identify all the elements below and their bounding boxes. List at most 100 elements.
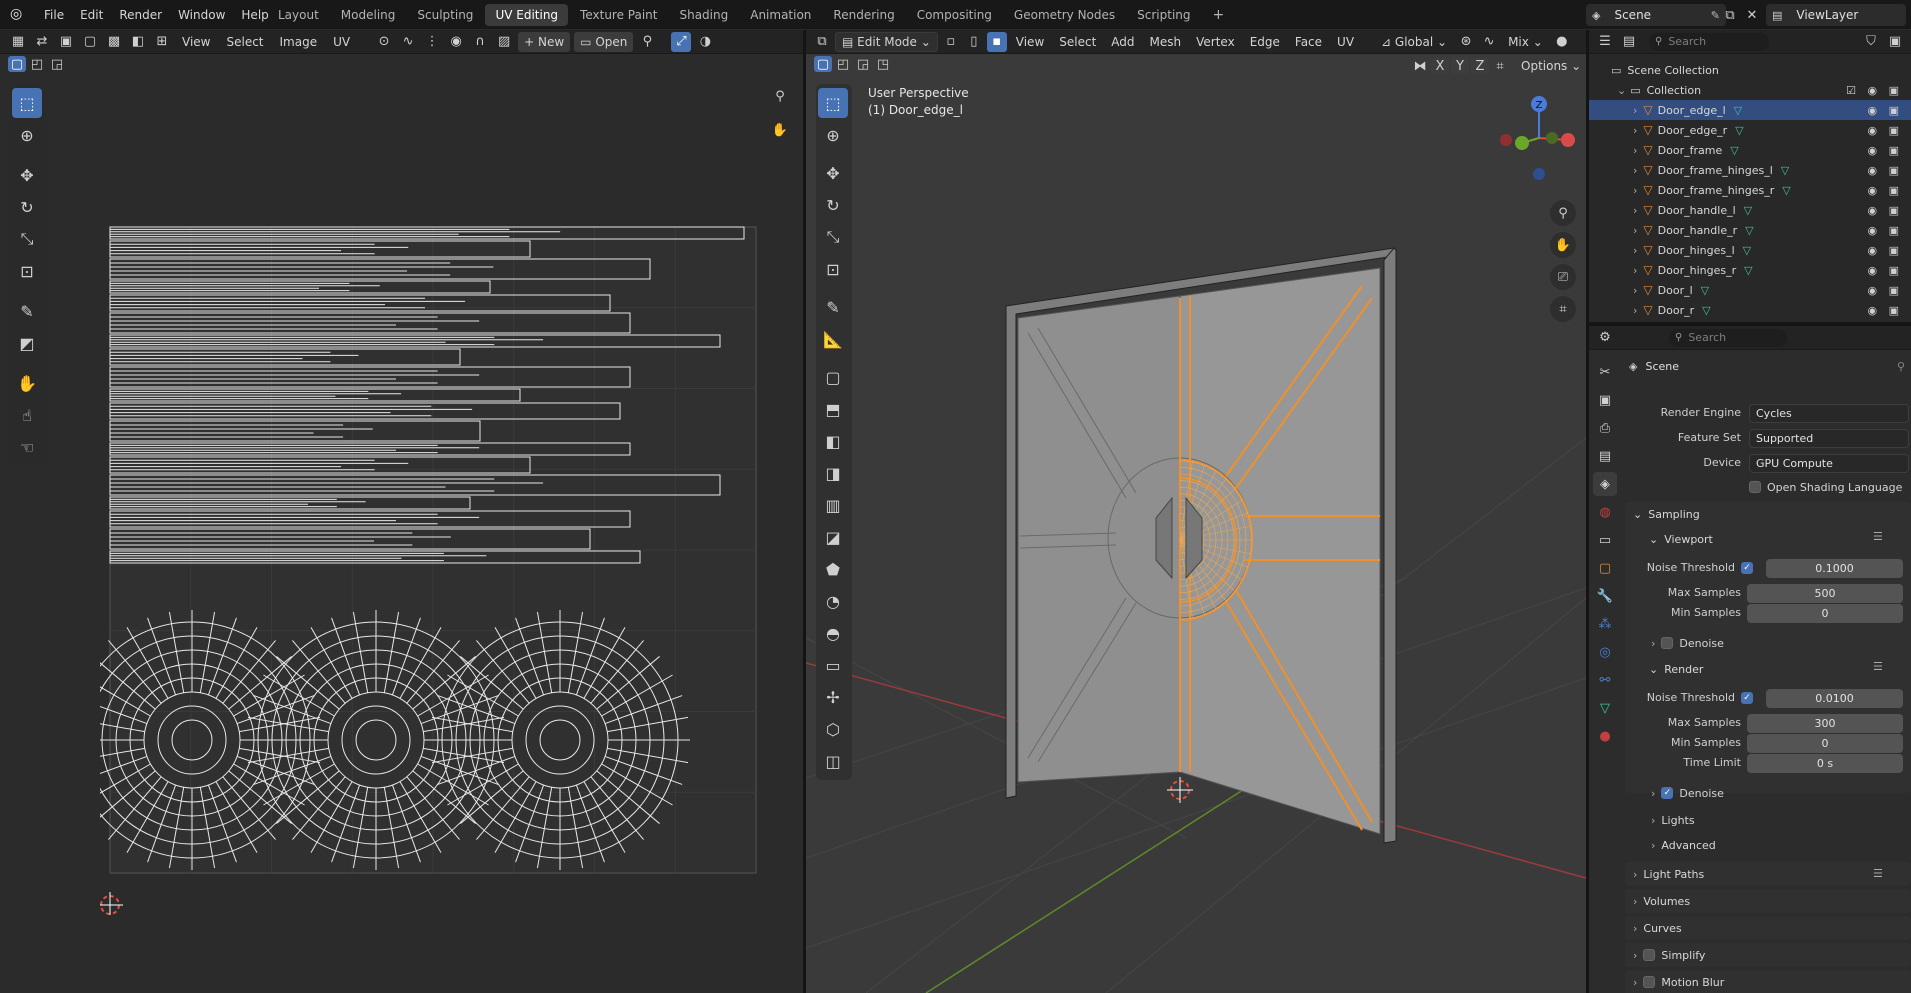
scene-tab-icon[interactable]: ◈	[1593, 472, 1617, 496]
add-cube-icon[interactable]: ▢	[818, 362, 848, 392]
curves-header[interactable]: › Curves	[1633, 917, 1682, 939]
mirror-x[interactable]: X	[1431, 58, 1449, 74]
collection-row[interactable]: ⌄ ▭ Collection ☑ ◉ ▣	[1589, 80, 1911, 100]
mode-selector[interactable]: ▤ Edit Mode ⌄	[835, 31, 938, 52]
outliner-item[interactable]: › ▽ Door_handle_l ▽ ◉ ▣	[1589, 200, 1911, 220]
gizmo-y-icon[interactable]	[1515, 136, 1529, 150]
outliner-item[interactable]: › ▽ Door_hinges_l ▽ ◉ ▣	[1589, 240, 1911, 260]
vp-cursor-icon[interactable]: ⊕	[818, 120, 848, 150]
lights-subheader[interactable]: › Lights	[1651, 809, 1695, 831]
collection-expand-icon[interactable]: ⌄	[1617, 84, 1626, 97]
viewport-editor-type-icon[interactable]: ⧉	[812, 32, 832, 52]
motion-blur-checkbox[interactable]	[1643, 976, 1656, 988]
uv-editor[interactable]: ▦ ⇄ ▣ ▢ ▩ ◧ ⊞ View Select Image UV ⊙ ∿ ⋮…	[0, 30, 803, 993]
collection-visibility-icons[interactable]: ☑ ◉ ▣	[1846, 84, 1903, 97]
relax-tool-icon[interactable]: ☝	[12, 400, 42, 430]
scale-tool-icon[interactable]: ⤡	[12, 224, 42, 254]
gizmo-x-icon[interactable]	[1561, 133, 1575, 147]
expand-arrow-icon[interactable]: ›	[1633, 244, 1637, 257]
visibility-icons[interactable]: ◉ ▣	[1868, 284, 1904, 297]
render-noise-field[interactable]: 0.0100	[1766, 689, 1903, 708]
advanced-subheader[interactable]: › Advanced	[1651, 834, 1716, 856]
light-paths-header[interactable]: › Light Paths	[1633, 863, 1704, 885]
expand-arrow-icon[interactable]: ›	[1633, 144, 1637, 157]
view-layer-tab-icon[interactable]: ▤	[1593, 444, 1617, 468]
menu-render[interactable]: Render	[111, 0, 170, 30]
outliner-editor-type-icon[interactable]: ☰	[1595, 32, 1615, 52]
volumes-header[interactable]: › Volumes	[1633, 890, 1690, 912]
uv-menu-select[interactable]: Select	[220, 32, 269, 52]
viewport-denoise-row[interactable]: › Denoise	[1651, 633, 1724, 653]
visibility-icons[interactable]: ◉ ▣	[1868, 204, 1904, 217]
uv-2d-cursor[interactable]	[100, 892, 123, 915]
mirror-z[interactable]: Z	[1471, 58, 1489, 74]
mesh-data-icon[interactable]: ▽	[1782, 184, 1790, 197]
vp-select-invert-icon[interactable]: ◳	[874, 56, 892, 72]
rotate-tool-icon[interactable]: ↻	[12, 192, 42, 222]
visibility-icons[interactable]: ◉ ▣	[1868, 164, 1904, 177]
expand-arrow-icon[interactable]: ›	[1633, 284, 1637, 297]
particles-tab-icon[interactable]: ⁂	[1593, 612, 1617, 636]
mesh-data-icon[interactable]: ▽	[1701, 284, 1709, 297]
menu-window[interactable]: Window	[170, 0, 233, 30]
vp-select-new-icon[interactable]: ▢	[814, 56, 832, 72]
mesh-data-icon[interactable]: ▽	[1702, 304, 1710, 317]
expand-arrow-icon[interactable]: ›	[1633, 104, 1637, 117]
render-presets-icon[interactable]: ☰	[1873, 660, 1883, 673]
outliner-item[interactable]: › ▽ Door_hinges_r ▽ ◉ ▣	[1589, 260, 1911, 280]
tab-shading[interactable]: Shading	[669, 4, 738, 26]
world-tab-icon[interactable]: ◍	[1593, 500, 1617, 524]
filter-icon[interactable]: ⛉	[1861, 32, 1881, 52]
bevel-icon[interactable]: ◨	[818, 458, 848, 488]
visibility-icons[interactable]: ◉ ▣	[1868, 184, 1904, 197]
vp-select-box-icon[interactable]: ⬚	[818, 88, 848, 118]
mesh-data-icon[interactable]: ▽	[1781, 164, 1789, 177]
vertex-mode-icon[interactable]: ▫	[941, 32, 961, 52]
vp-menu-edge[interactable]: Edge	[1244, 32, 1286, 52]
snapping-icon[interactable]: ∿	[1479, 32, 1499, 52]
vp-annotate-icon[interactable]: ✎	[818, 292, 848, 322]
properties-search[interactable]: ⚲ Search	[1669, 328, 1787, 347]
pin-image-icon[interactable]: ⚲	[637, 32, 657, 52]
expand-arrow-icon[interactable]: ›	[1633, 184, 1637, 197]
vp-menu-add[interactable]: Add	[1105, 32, 1140, 52]
modifier-tab-icon[interactable]: 🔧	[1593, 584, 1617, 608]
mesh-data-icon[interactable]: ▽	[1734, 104, 1742, 117]
shrink-fatten-icon[interactable]: ✢	[818, 682, 848, 712]
uv-menu-image[interactable]: Image	[274, 32, 324, 52]
render-min-field[interactable]: 0	[1747, 734, 1903, 753]
viewport-presets-icon[interactable]: ☰	[1873, 530, 1883, 543]
smooth-icon[interactable]: ◓	[818, 618, 848, 648]
shear-icon[interactable]: ⬡	[818, 714, 848, 744]
collection-tab-icon[interactable]: ▭	[1593, 528, 1617, 552]
mesh-data-icon[interactable]: ▽	[1744, 264, 1752, 277]
vp-scale-icon[interactable]: ⤡	[818, 222, 848, 252]
tab-modeling[interactable]: Modeling	[331, 4, 406, 26]
view-layer-selector[interactable]: ▤ ViewLayer	[1766, 4, 1906, 26]
outliner-item[interactable]: › ▽ Door_r ▽ ◉ ▣	[1589, 300, 1911, 320]
select-box-tool-icon[interactable]: ⬚	[12, 88, 42, 118]
visibility-icons[interactable]: ◉ ▣	[1868, 244, 1904, 257]
tab-compositing[interactable]: Compositing	[907, 4, 1002, 26]
vp-transform-icon[interactable]: ⊡	[818, 254, 848, 284]
inset-icon[interactable]: ◧	[818, 426, 848, 456]
render-subheader[interactable]: ⌄ Render	[1649, 658, 1703, 680]
mesh-data-icon[interactable]: ▽	[1735, 124, 1743, 137]
expand-arrow-icon[interactable]: ›	[1633, 124, 1637, 137]
pivot-icon[interactable]: ⊙	[374, 32, 394, 52]
snap-target-icon[interactable]: ⋮	[422, 32, 442, 52]
physics-tab-icon[interactable]: ◎	[1593, 640, 1617, 664]
osl-row[interactable]: Open Shading Language	[1749, 477, 1902, 497]
outliner-item[interactable]: › ▽ Door_edge_r ▽ ◉ ▣	[1589, 120, 1911, 140]
mirror-y[interactable]: Y	[1451, 58, 1469, 74]
time-limit-field[interactable]: 0 s	[1747, 754, 1903, 773]
gizmo-neg-x-icon[interactable]	[1500, 134, 1512, 146]
rip-region-icon[interactable]: ◫	[818, 746, 848, 776]
zoom-icon[interactable]: ⚲	[770, 86, 790, 106]
render-tab-icon[interactable]: ▣	[1593, 388, 1617, 412]
vp-rotate-icon[interactable]: ↻	[818, 190, 848, 220]
mesh-data-icon[interactable]: ▽	[1743, 244, 1751, 257]
tab-layout[interactable]: Layout	[268, 4, 329, 26]
device-dropdown[interactable]: GPU Compute	[1749, 454, 1909, 473]
simplify-checkbox[interactable]	[1643, 949, 1656, 961]
